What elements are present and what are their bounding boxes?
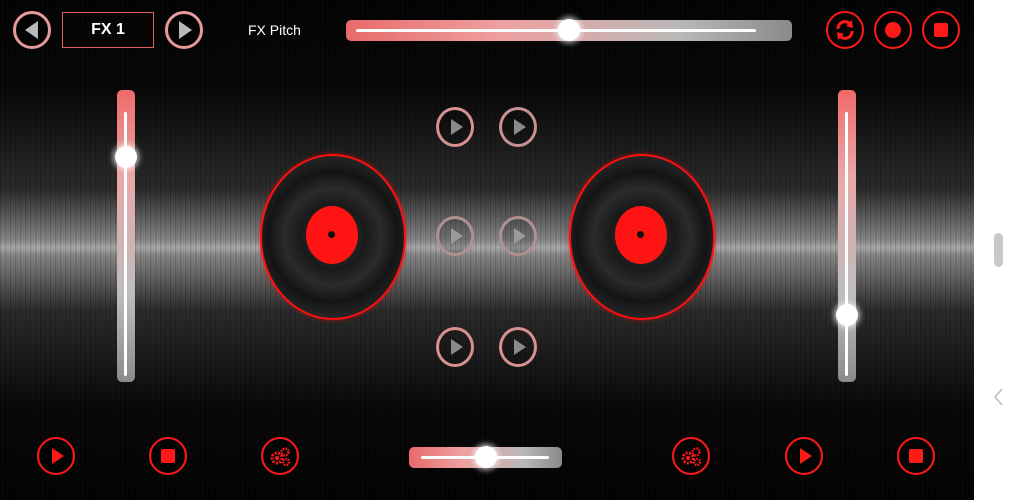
dj-mixer-app: FX 1 FX Pitch [0, 0, 974, 500]
play-icon [800, 448, 812, 464]
refresh-icon [836, 20, 854, 40]
crossfader-slider[interactable] [409, 446, 562, 468]
triangle-right-icon [179, 21, 192, 39]
sample-pad-2[interactable] [499, 107, 537, 147]
right-record-label [615, 206, 667, 264]
play-icon [451, 119, 463, 135]
gears-icon [681, 447, 702, 467]
left-volume-slider[interactable] [115, 90, 137, 382]
sample-pad-1[interactable] [436, 107, 474, 147]
left-turntable[interactable] [260, 154, 406, 320]
left-record-label [306, 206, 358, 264]
right-record-spindle [637, 231, 644, 238]
sample-pad-6[interactable] [499, 327, 537, 367]
right-settings-button[interactable] [672, 437, 710, 475]
play-icon [514, 228, 526, 244]
fx-pitch-label: FX Pitch [248, 22, 301, 38]
chevron-left-icon[interactable] [991, 384, 1005, 410]
right-volume-slider-knob[interactable] [836, 304, 858, 327]
record-icon [885, 22, 901, 38]
next-fx-button[interactable] [165, 11, 203, 49]
sample-pad-4[interactable] [499, 216, 537, 256]
stop-icon [934, 23, 948, 37]
gears-icon [270, 447, 291, 467]
right-play-button[interactable] [785, 437, 823, 475]
stop-icon [161, 449, 175, 463]
left-settings-button[interactable] [261, 437, 299, 475]
prev-fx-button[interactable] [13, 11, 51, 49]
crossfader-knob[interactable] [474, 446, 497, 468]
sample-pad-5[interactable] [436, 327, 474, 367]
right-volume-slider[interactable] [836, 90, 858, 382]
scrollbar-handle[interactable] [994, 233, 1003, 267]
triangle-left-icon [25, 21, 38, 39]
play-icon [451, 228, 463, 244]
left-stop-button[interactable] [149, 437, 187, 475]
right-stop-button[interactable] [897, 437, 935, 475]
right-volume-slider-line [845, 112, 848, 376]
fx-pitch-slider-knob[interactable] [558, 19, 580, 41]
record-button[interactable] [874, 11, 912, 49]
fx-pitch-slider[interactable] [346, 19, 792, 41]
play-icon [451, 339, 463, 355]
fx-pitch-slider-line [356, 29, 756, 32]
left-volume-slider-knob[interactable] [115, 145, 137, 168]
play-icon [52, 448, 64, 464]
fx-name-display: FX 1 [62, 12, 154, 48]
stop-icon [909, 449, 923, 463]
sync-button[interactable] [826, 11, 864, 49]
left-record-spindle [328, 231, 335, 238]
play-icon [514, 339, 526, 355]
play-icon [514, 119, 526, 135]
right-turntable[interactable] [569, 154, 715, 320]
sample-pad-3[interactable] [436, 216, 474, 256]
left-play-button[interactable] [37, 437, 75, 475]
stop-button[interactable] [922, 11, 960, 49]
